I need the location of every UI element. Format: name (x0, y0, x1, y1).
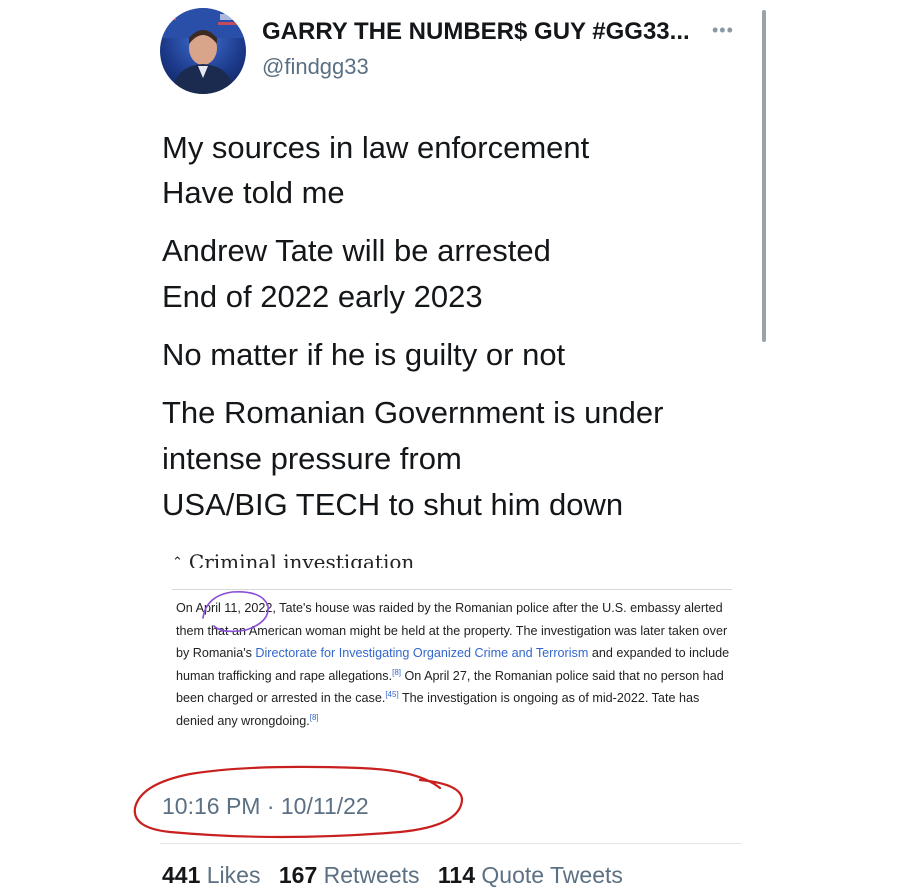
tweet-text-line: Have told me (162, 175, 345, 210)
likes-count: 441 (162, 862, 201, 888)
likes-stat[interactable]: 441 Likes (162, 862, 260, 888)
stats-divider (160, 843, 742, 844)
avatar-image (160, 8, 246, 94)
wiki-section-heading: ⌃ Criminal investigation (172, 550, 414, 568)
wiki-link: Directorate for Investigating Organized … (255, 646, 589, 660)
quotes-label: Quote Tweets (481, 862, 623, 888)
tweet-text-line: End of 2022 early 2023 (162, 279, 483, 314)
tweet-text-line: intense pressure from (162, 441, 462, 476)
retweets-label: Retweets (323, 862, 420, 888)
chevron-up-icon: ⌃ (172, 555, 183, 568)
wiki-reference: [8] (309, 712, 319, 722)
wiki-section-title: Criminal investigation (188, 550, 415, 568)
likes-label: Likes (206, 862, 261, 888)
wiki-reference: [45] (385, 689, 399, 699)
retweets-stat[interactable]: 167 Retweets (279, 862, 420, 888)
avatar[interactable] (160, 8, 246, 94)
wiki-paragraph: On April 11, 2022, Tate's house was raid… (176, 597, 736, 732)
wiki-section-divider (172, 589, 732, 590)
author-display-name[interactable]: GARRY THE NUMBER$ GUY #GG33... (262, 18, 690, 46)
tweet-text-line: USA/BIG TECH to shut him down (162, 487, 624, 522)
tweet-text-line: My sources in law enforcement (162, 130, 590, 165)
tweet-text-line: Andrew Tate will be arrested (162, 233, 551, 268)
more-horizontal-icon[interactable]: ••• (712, 20, 734, 41)
scrollbar[interactable] (762, 10, 766, 342)
tweet-timestamp[interactable]: 10:16 PM · 10/11/22 (162, 793, 369, 820)
quote-tweets-stat[interactable]: 114 Quote Tweets (438, 862, 623, 888)
retweets-count: 167 (278, 862, 318, 888)
tweet-stats: 441 Likes 167 Retweets 114 Quote Tweets (162, 862, 623, 889)
wiki-reference: [8] (392, 667, 402, 677)
tweet-text-line: No matter if he is guilty or not (162, 337, 566, 372)
quotes-count: 114 (437, 862, 475, 888)
tweet-text-line: The Romanian Government is under (162, 395, 664, 430)
author-handle[interactable]: @findgg33 (262, 54, 369, 80)
